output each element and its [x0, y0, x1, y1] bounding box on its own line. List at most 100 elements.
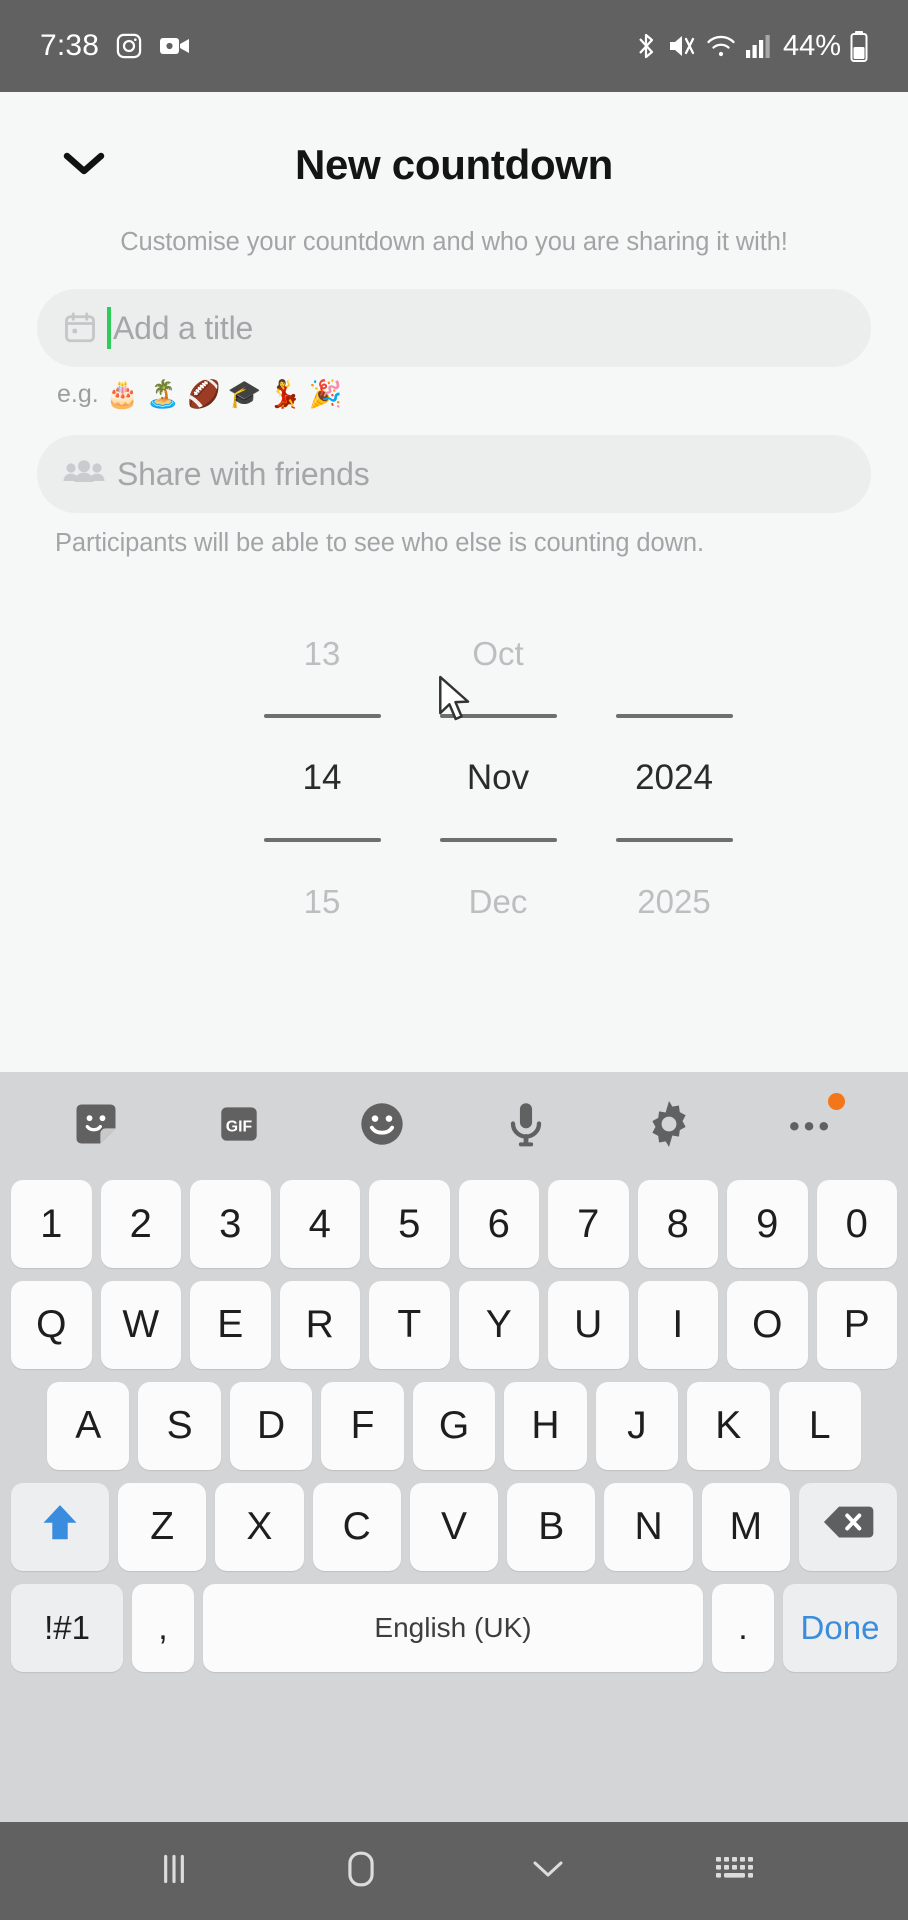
example-emoji-beach: 🏝️: [146, 379, 180, 409]
key-z[interactable]: Z: [118, 1483, 207, 1571]
example-emoji-football: 🏈: [186, 379, 221, 409]
home-button[interactable]: [321, 1831, 401, 1911]
month-divider-bottom: [439, 838, 557, 842]
more-options-button[interactable]: [773, 1087, 851, 1165]
back-chevron-icon: [528, 1856, 568, 1887]
month-next-value[interactable]: Dec: [410, 870, 586, 934]
done-key[interactable]: Done: [783, 1584, 897, 1672]
date-picker-month-column[interactable]: Oct Nov Dec: [410, 622, 586, 934]
key-l[interactable]: L: [778, 1382, 861, 1470]
page-subtitle: Customise your countdown and who you are…: [120, 228, 788, 256]
date-picker[interactable]: 13 14 15 Oct Nov Dec 2024 2025: [37, 622, 871, 934]
key-r[interactable]: R: [279, 1281, 360, 1369]
key-1[interactable]: 1: [11, 1180, 92, 1268]
gif-icon-button[interactable]: GIF: [200, 1087, 278, 1165]
month-selected-value[interactable]: Nov: [410, 746, 586, 810]
settings-gear-icon: [642, 1097, 696, 1156]
svg-text:GIF: GIF: [226, 1118, 253, 1135]
battery-percent-label: 44%: [782, 29, 841, 62]
key-2[interactable]: 2: [100, 1180, 181, 1268]
recents-icon: [154, 1849, 194, 1894]
page-title: New countdown: [294, 141, 614, 188]
key-s[interactable]: S: [138, 1382, 221, 1470]
comma-key[interactable]: ,: [132, 1584, 194, 1672]
key-7[interactable]: 7: [548, 1180, 629, 1268]
back-button[interactable]: [508, 1831, 588, 1911]
keyboard-row-bottom-letters: Z X C V B N M: [0, 1483, 908, 1571]
key-n[interactable]: N: [604, 1483, 693, 1571]
settings-gear-icon-button[interactable]: [630, 1087, 708, 1165]
period-key[interactable]: .: [712, 1584, 774, 1672]
hide-keyboard-button[interactable]: [695, 1831, 775, 1911]
space-key[interactable]: English (UK): [203, 1584, 703, 1672]
symbols-key[interactable]: !#1: [11, 1584, 123, 1672]
microphone-icon-button[interactable]: [487, 1087, 565, 1165]
shift-key[interactable]: [11, 1483, 110, 1571]
key-8[interactable]: 8: [637, 1180, 718, 1268]
recents-button[interactable]: [134, 1831, 214, 1911]
backspace-icon: [822, 1502, 874, 1552]
day-divider-top: [263, 714, 381, 718]
emoji-icon-button[interactable]: [343, 1087, 421, 1165]
key-j[interactable]: J: [595, 1382, 679, 1470]
share-with-friends-input[interactable]: Share with friends: [37, 435, 871, 513]
key-d[interactable]: D: [229, 1382, 313, 1470]
key-c[interactable]: C: [312, 1483, 401, 1571]
signal-icon: [745, 33, 771, 59]
share-input-placeholder: Share with friends: [117, 455, 370, 492]
key-y[interactable]: Y: [458, 1281, 539, 1369]
key-m[interactable]: M: [701, 1483, 790, 1571]
key-3[interactable]: 3: [190, 1180, 271, 1268]
key-9[interactable]: 9: [727, 1180, 808, 1268]
keyboard-row-bottom: !#1 , English (UK) . Done: [0, 1584, 908, 1672]
date-picker-day-column[interactable]: 13 14 15: [234, 622, 410, 934]
backspace-key[interactable]: [798, 1483, 897, 1571]
key-k[interactable]: K: [687, 1382, 770, 1470]
more-options-icon: [787, 1113, 837, 1140]
text-caret: [107, 307, 111, 349]
key-h[interactable]: H: [504, 1382, 587, 1470]
key-0[interactable]: 0: [816, 1180, 897, 1268]
year-prev-value[interactable]: [586, 622, 762, 686]
title-examples: e.g. 🎂 🏝️ 🏈 🎓 💃 🎉: [37, 380, 871, 409]
arrow-up-icon: [38, 1499, 82, 1555]
key-e[interactable]: E: [190, 1281, 271, 1369]
mute-icon: [667, 32, 697, 60]
title-input-placeholder: Add a title: [113, 309, 254, 346]
key-i[interactable]: I: [637, 1281, 718, 1369]
key-5[interactable]: 5: [369, 1180, 450, 1268]
key-v[interactable]: V: [409, 1483, 499, 1571]
month-divider-top: [439, 714, 557, 718]
key-p[interactable]: P: [816, 1281, 897, 1369]
month-prev-value[interactable]: Oct: [410, 622, 586, 686]
keyboard-row-numbers: 1 2 3 4 5 6 7 8 9 0: [0, 1180, 908, 1268]
key-6[interactable]: 6: [458, 1180, 539, 1268]
key-t[interactable]: T: [369, 1281, 450, 1369]
key-w[interactable]: W: [100, 1281, 181, 1369]
video-camera-icon: [159, 34, 191, 58]
example-emoji-dancer: 💃: [268, 379, 302, 409]
example-emoji-cake: 🎂: [105, 379, 140, 409]
wifi-icon: [706, 33, 736, 59]
example-emoji-party: 🎉: [308, 379, 343, 409]
key-a[interactable]: A: [47, 1382, 130, 1470]
sticker-icon-button[interactable]: [57, 1087, 135, 1165]
date-picker-year-column[interactable]: 2024 2025: [586, 622, 762, 934]
key-q[interactable]: Q: [11, 1281, 92, 1369]
day-selected-value[interactable]: 14: [234, 746, 410, 810]
key-x[interactable]: X: [215, 1483, 304, 1571]
key-u[interactable]: U: [548, 1281, 629, 1369]
day-next-value[interactable]: 15: [234, 870, 410, 934]
key-f[interactable]: F: [321, 1382, 404, 1470]
year-next-value[interactable]: 2025: [586, 870, 762, 934]
example-emoji-graduation: 🎓: [227, 379, 262, 409]
day-prev-value[interactable]: 13: [234, 622, 410, 686]
title-input[interactable]: Add a title: [37, 289, 871, 367]
key-4[interactable]: 4: [279, 1180, 360, 1268]
year-divider-top: [615, 714, 733, 718]
key-o[interactable]: O: [727, 1281, 808, 1369]
screen-header: New countdown: [37, 110, 871, 220]
key-g[interactable]: G: [412, 1382, 496, 1470]
key-b[interactable]: B: [507, 1483, 596, 1571]
year-selected-value[interactable]: 2024: [586, 746, 762, 810]
